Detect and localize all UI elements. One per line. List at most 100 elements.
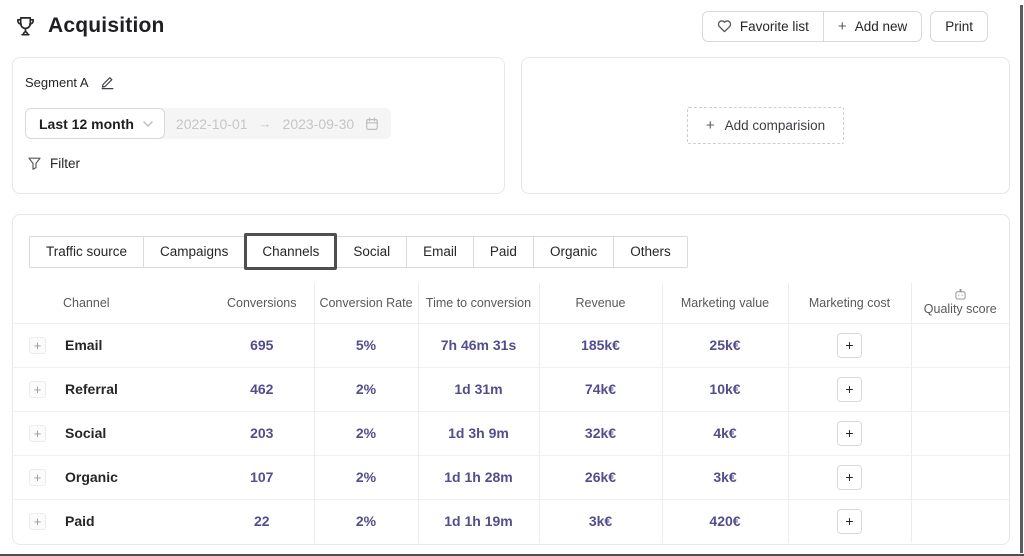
conversion-rate-value: 2%: [313, 366, 418, 411]
segment-name: Segment A: [25, 75, 89, 90]
col-header-channel: Channel: [13, 283, 210, 324]
add-comparison-button[interactable]: + Add comparision: [686, 107, 845, 144]
favorite-list-label: Favorite list: [739, 18, 809, 34]
marketing-value-value: 10k€: [661, 366, 788, 411]
expand-row-button[interactable]: +: [29, 468, 46, 486]
add-new-label: Add new: [854, 18, 908, 34]
date-range-input[interactable]: 2022-10-01 → 2023-09-30: [159, 108, 392, 139]
channel-name: Email: [65, 337, 103, 353]
revenue-value: 3k€: [538, 498, 662, 543]
revenue-value: 32k€: [538, 410, 662, 455]
revenue-value: 74k€: [538, 366, 662, 411]
channel-name: Paid: [65, 513, 95, 530]
table-header-row: Channel Conversions Conversion Rate Time…: [13, 283, 1009, 324]
add-marketing-cost-button[interactable]: +: [837, 332, 862, 358]
add-marketing-cost-button[interactable]: +: [837, 376, 862, 402]
plus-icon: +: [705, 117, 715, 134]
channel-name: Organic: [65, 469, 118, 485]
filter-button[interactable]: Filter: [25, 156, 80, 171]
tab-paid[interactable]: Paid: [472, 235, 534, 268]
time-to-conversion-value: 7h 46m 31s: [417, 323, 539, 367]
conversion-rate-value: 2%: [313, 410, 418, 455]
tab-others[interactable]: Others: [613, 235, 688, 268]
table-row-email: + Email 695 5% 7h 46m 31s 185k€ 25k€ +: [13, 323, 1009, 367]
expand-row-button[interactable]: +: [29, 424, 46, 442]
segment-row: Segment A: [25, 75, 492, 90]
table-row-referral: + Referral 462 2% 1d 31m 74k€ 10k€ +: [13, 366, 1009, 411]
conversions-value: 107: [210, 454, 314, 499]
col-header-conversions: Conversions: [210, 283, 314, 324]
add-comparison-label: Add comparision: [724, 118, 826, 133]
quality-score-value: [910, 323, 1009, 367]
page-title: Acquisition: [48, 14, 165, 37]
favorite-list-button[interactable]: Favorite list: [701, 10, 824, 42]
trophy-icon: [14, 15, 37, 38]
expand-row-button[interactable]: +: [29, 512, 46, 530]
channel-name: Referral: [65, 381, 118, 397]
tab-email[interactable]: Email: [406, 235, 474, 268]
table-row-organic: + Organic 107 2% 1d 1h 28m 26k€ 3k€ +: [13, 454, 1009, 499]
tab-traffic-source[interactable]: Traffic source: [29, 235, 145, 268]
quality-score-value: [910, 410, 1009, 455]
heart-icon: [717, 19, 732, 33]
tab-organic[interactable]: Organic: [532, 235, 615, 268]
date-end: 2023-09-30: [282, 115, 355, 132]
table-row-paid: + Paid 22 2% 1d 1h 19m 3k€ 420€ +: [13, 498, 1009, 543]
edit-pencil-icon: [100, 75, 115, 90]
conversion-rate-value: 2%: [313, 498, 418, 543]
period-controls: Last 12 month 2022-10-01 → 2023-09-30: [25, 108, 492, 139]
col-header-marketing-cost: Marketing cost: [787, 283, 911, 324]
add-marketing-cost-button[interactable]: +: [837, 464, 862, 490]
report-panel: Traffic source Campaigns Channels Social…: [12, 214, 1010, 545]
panels-row: Segment A Last 12 month 2022-10-01 → 202…: [12, 57, 1010, 194]
calendar-icon: [365, 117, 379, 131]
report-tabs: Traffic source Campaigns Channels Social…: [29, 233, 688, 270]
quality-score-value: [910, 498, 1009, 543]
tab-social[interactable]: Social: [336, 235, 408, 268]
col-header-time-to-conversion: Time to conversion: [417, 283, 539, 324]
topbar-button-group: Favorite list + Add new: [701, 10, 923, 42]
tab-campaigns[interactable]: Campaigns: [143, 235, 246, 268]
quality-score-value: [910, 454, 1009, 499]
marketing-value-value: 3k€: [661, 454, 788, 499]
time-to-conversion-value: 1d 3h 9m: [417, 410, 539, 455]
filter-label: Filter: [50, 156, 80, 171]
date-start: 2022-10-01: [175, 115, 248, 132]
col-header-conversion-rate: Conversion Rate: [313, 283, 418, 324]
add-marketing-cost-button[interactable]: +: [837, 508, 862, 534]
quality-score-value: [910, 366, 1009, 411]
period-select[interactable]: Last 12 month: [25, 108, 165, 139]
time-to-conversion-value: 1d 31m: [417, 366, 539, 411]
title-wrap: Acquisition: [14, 14, 165, 38]
comparison-panel: + Add comparision: [521, 57, 1010, 194]
marketing-value-value: 420€: [661, 498, 788, 543]
add-new-button[interactable]: + Add new: [822, 10, 923, 42]
conversions-value: 203: [210, 410, 314, 455]
vertical-scrollbar[interactable]: [1020, 5, 1023, 553]
edit-segment-button[interactable]: [100, 75, 115, 90]
plus-icon: +: [837, 17, 847, 35]
add-marketing-cost-button[interactable]: +: [837, 420, 862, 446]
arrow-right-icon: →: [258, 116, 272, 131]
conversions-value: 462: [210, 366, 314, 411]
channels-table: Channel Conversions Conversion Rate Time…: [13, 283, 1009, 543]
robot-icon: [954, 289, 967, 300]
col-header-quality-score: Quality score: [910, 283, 1009, 324]
topbar-actions: Favorite list + Add new Print: [701, 10, 988, 42]
print-button[interactable]: Print: [930, 10, 988, 42]
print-label: Print: [945, 18, 973, 34]
conversion-rate-value: 5%: [313, 323, 418, 367]
channel-name: Social: [65, 425, 107, 441]
marketing-value-value: 4k€: [661, 410, 788, 455]
revenue-value: 26k€: [538, 454, 662, 499]
time-to-conversion-value: 1d 1h 28m: [417, 454, 539, 499]
conversion-rate-value: 2%: [313, 454, 418, 499]
expand-row-button[interactable]: +: [29, 336, 46, 354]
tab-channels[interactable]: Channels: [244, 233, 338, 270]
col-header-revenue: Revenue: [538, 283, 662, 324]
funnel-icon: [28, 157, 41, 170]
time-to-conversion-value: 1d 1h 19m: [417, 498, 539, 543]
chevron-down-icon: [143, 120, 153, 127]
expand-row-button[interactable]: +: [29, 380, 46, 398]
table-row-social: + Social 203 2% 1d 3h 9m 32k€ 4k€ +: [13, 410, 1009, 455]
